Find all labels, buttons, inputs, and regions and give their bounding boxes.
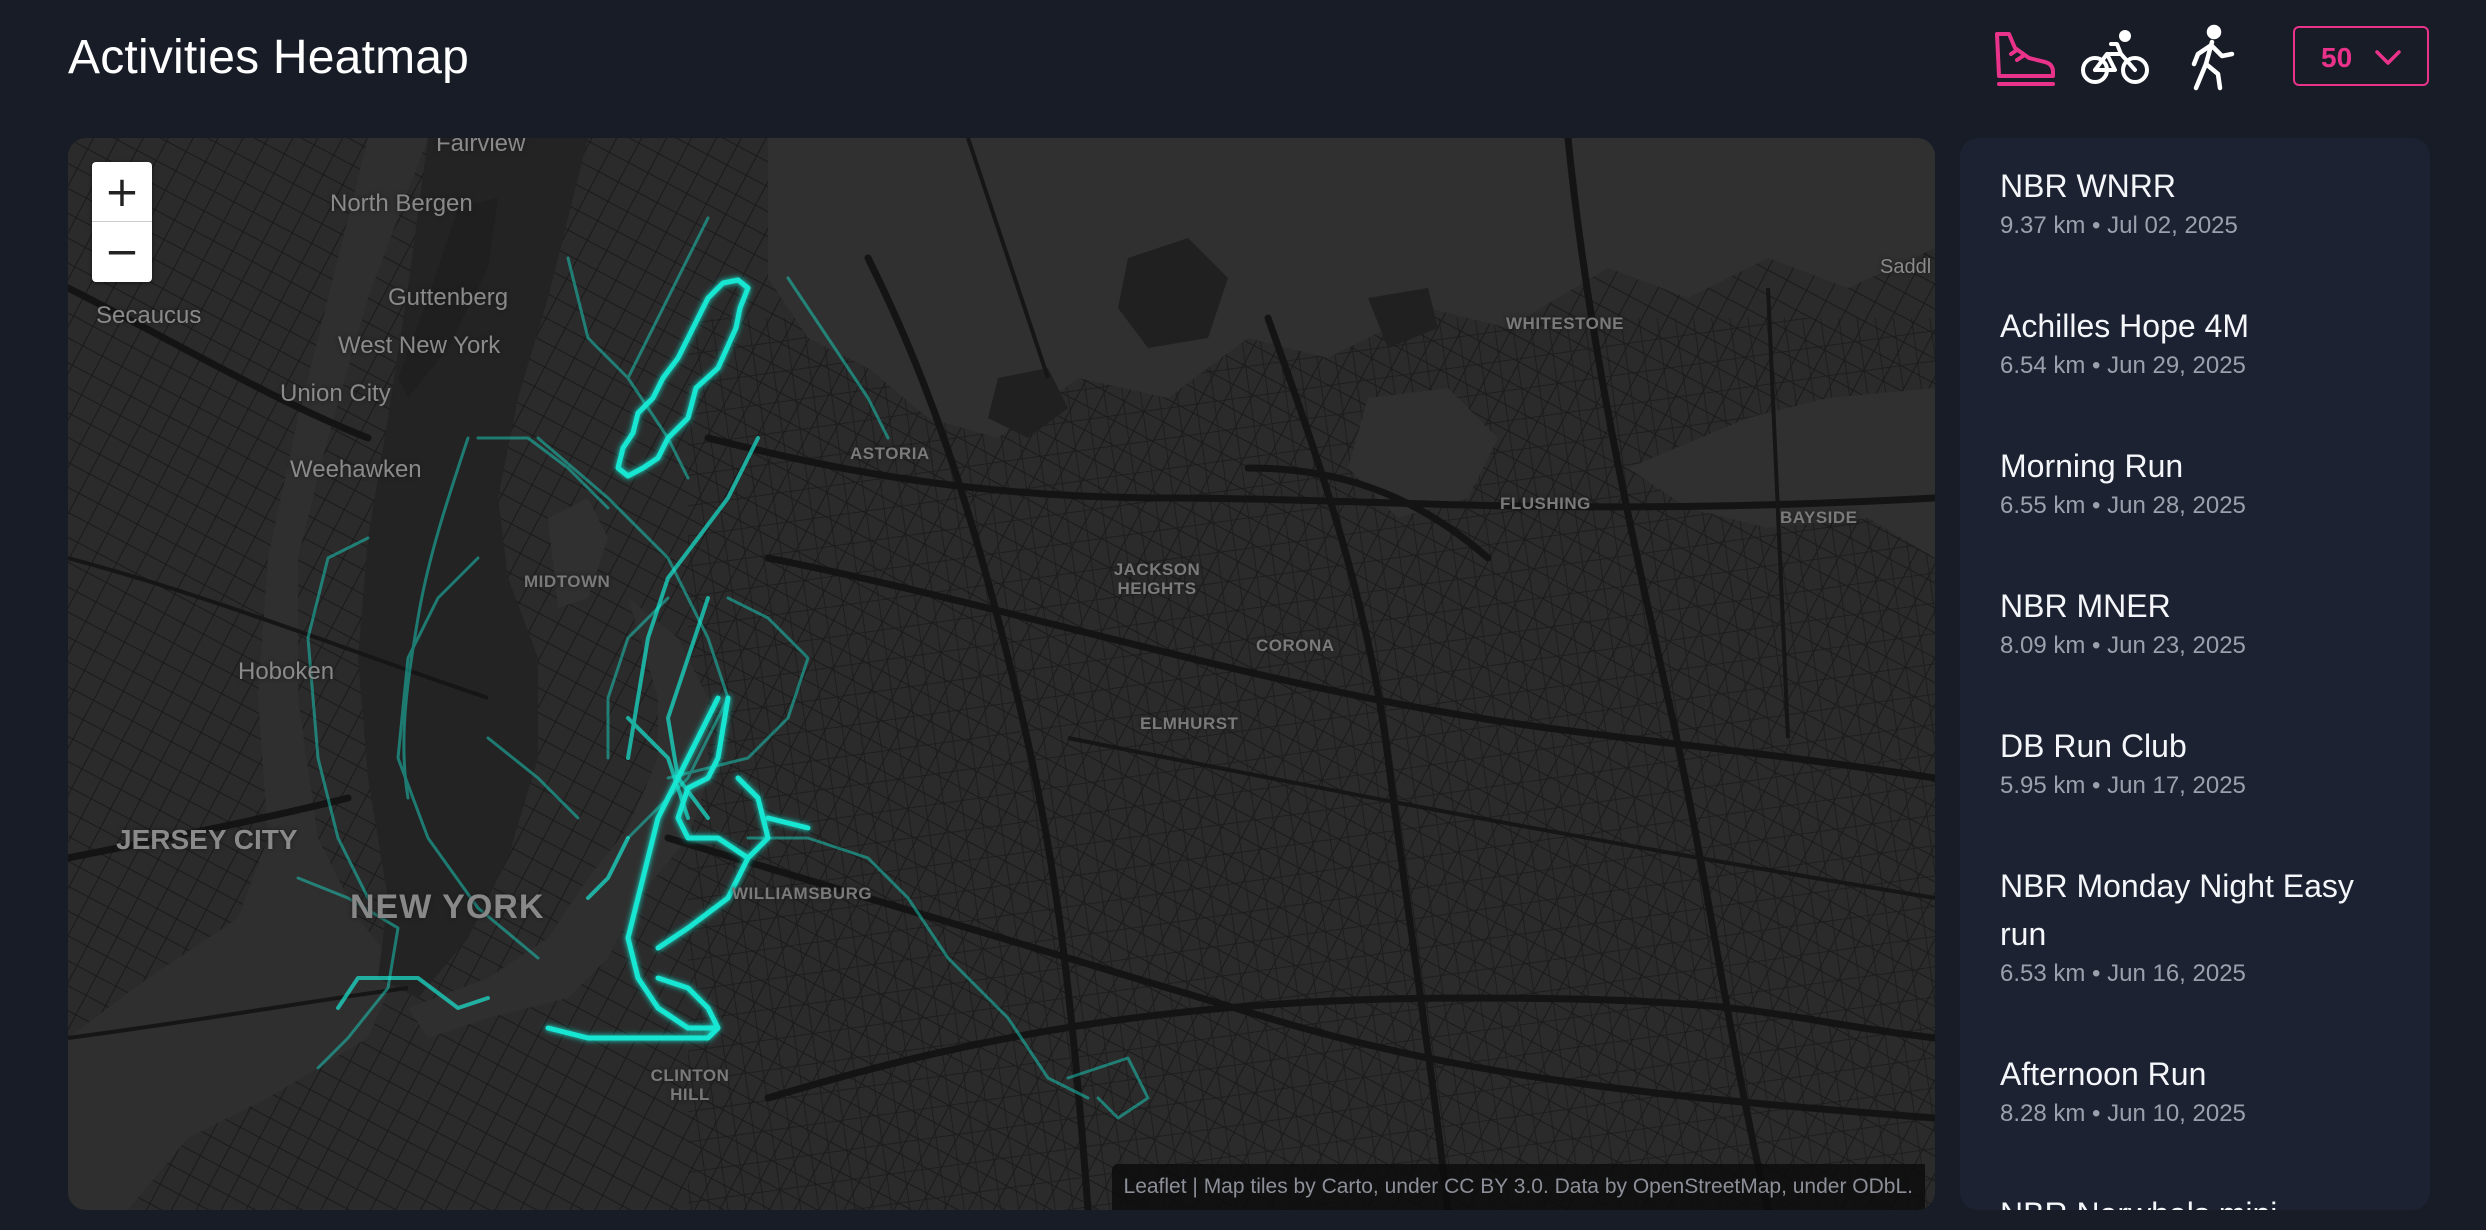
map-label: North Bergen xyxy=(330,190,473,217)
activity-name: NBR Monday Night Easy run xyxy=(2000,868,2354,952)
activity-item[interactable]: Morning Run 6.55 km • Jun 28, 2025 xyxy=(2000,442,2420,524)
activity-item[interactable]: Achilles Hope 4M 6.54 km • Jun 29, 2025 xyxy=(2000,302,2420,384)
run-shoe-icon xyxy=(1995,32,2055,86)
activity-meta: 9.37 km • Jul 02, 2025 xyxy=(2000,212,2238,239)
map-label: WHITESTONE xyxy=(1506,314,1625,333)
activity-item[interactable]: NBR MNER 8.09 km • Jun 23, 2025 xyxy=(2000,582,2420,664)
map-attribution[interactable]: Leaflet | Map tiles by Carto, under CC B… xyxy=(1111,1164,1925,1210)
map-label: Hoboken xyxy=(238,658,335,685)
activity-item[interactable]: DB Run Club 5.95 km • Jun 17, 2025 xyxy=(2000,722,2420,804)
activity-item[interactable]: Afternoon Run 8.28 km • Jun 10, 2025 xyxy=(2000,1050,2420,1132)
map-label: Saddl xyxy=(1880,256,1932,278)
map-tiles xyxy=(68,138,1935,1210)
page-title: Activities Heatmap xyxy=(68,31,470,84)
map-label: Weehawken xyxy=(290,456,422,483)
activity-meta: 8.28 km • Jun 10, 2025 xyxy=(2000,1100,2246,1127)
count-select-value: 50 xyxy=(2321,42,2353,73)
map-label: CLINTON HILL xyxy=(650,1066,730,1104)
activity-meta: 5.95 km • Jun 17, 2025 xyxy=(2000,772,2246,799)
activity-meta: 8.09 km • Jun 23, 2025 xyxy=(2000,632,2246,659)
map-label: Guttenberg xyxy=(388,284,509,311)
zoom-out-button[interactable]: − xyxy=(92,222,152,282)
bike-filter-button[interactable] xyxy=(2077,24,2153,92)
map-label: Fairview xyxy=(436,138,526,157)
activity-item[interactable]: NBR Monday Night Easy run 6.53 km • Jun … xyxy=(2000,862,2400,992)
map-label: JERSEY CITY xyxy=(116,824,298,855)
activity-name: Morning Run xyxy=(2000,448,2184,484)
map-label: WILLIAMSBURG xyxy=(732,884,873,903)
activity-name: NBR MNER xyxy=(2000,588,2171,624)
bike-icon xyxy=(2081,30,2149,84)
activity-meta: 6.55 km • Jun 28, 2025 xyxy=(2000,492,2246,519)
map-label: NEW YORK xyxy=(350,888,545,926)
map-label: ELMHURST xyxy=(1140,714,1239,733)
map-label: BAYSIDE xyxy=(1780,508,1858,527)
zoom-control: + − xyxy=(92,162,152,282)
heatmap-map[interactable]: Fairview North Bergen Secaucus Guttenber… xyxy=(68,138,1935,1210)
activity-name: Afternoon Run xyxy=(2000,1056,2207,1092)
map-label: FLUSHING xyxy=(1500,494,1591,513)
map-label: Secaucus xyxy=(96,302,202,329)
map-label: ASTORIA xyxy=(850,444,930,463)
map-label: JACKSON HEIGHTS xyxy=(1113,560,1201,598)
activity-name: Achilles Hope 4M xyxy=(2000,308,2249,344)
activity-list: NBR WNRR 9.37 km • Jul 02, 2025 Achilles… xyxy=(1960,138,2430,1210)
activity-name: NBR Narwhals mini xyxy=(2000,1190,2420,1210)
activity-name: NBR WNRR xyxy=(2000,168,2176,204)
run-filter-button[interactable] xyxy=(1985,24,2061,92)
zoom-in-button[interactable]: + xyxy=(92,162,152,222)
activity-meta: 6.54 km • Jun 29, 2025 xyxy=(2000,352,2246,379)
walk-icon xyxy=(2191,24,2235,91)
activity-item[interactable]: NBR WNRR 9.37 km • Jul 02, 2025 xyxy=(2000,162,2420,244)
map-label: CORONA xyxy=(1256,636,1335,655)
activity-count-select[interactable]: 50 xyxy=(2293,26,2429,86)
map-label: West New York xyxy=(338,332,501,359)
activity-name: DB Run Club xyxy=(2000,728,2187,764)
chevron-down-icon xyxy=(2375,50,2401,65)
activity-item[interactable]: NBR Narwhals mini xyxy=(2000,1190,2420,1210)
walk-filter-button[interactable] xyxy=(2174,24,2250,92)
map-label: MIDTOWN xyxy=(524,572,611,591)
map-label: Union City xyxy=(280,380,391,407)
activity-meta: 6.53 km • Jun 16, 2025 xyxy=(2000,960,2246,987)
